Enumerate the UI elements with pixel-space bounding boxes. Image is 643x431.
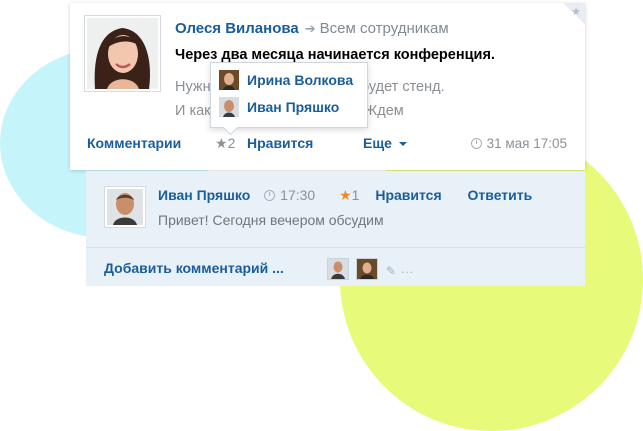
likes-popup: Ирина Волкова Иван Пряшко (210, 62, 368, 128)
participant-avatar[interactable] (327, 258, 349, 280)
more-label: Еще (363, 135, 392, 151)
post-actions: Комментарии ★2 Нравится Еще 31 мая 17:05 (87, 135, 567, 155)
commenter-photo (107, 189, 143, 225)
comment-header: Иван Пряшко 17:30 ★1 Нравится Ответить (158, 187, 532, 204)
star-icon[interactable]: ★ (571, 5, 581, 18)
commenter-avatar[interactable] (104, 186, 146, 228)
comment-likes-count-value: 1 (351, 187, 360, 203)
star-icon: ★ (215, 135, 228, 151)
star-icon: ★ (339, 187, 352, 203)
post-header: Олеся Виланова ➔ Всем сотрудникам (175, 20, 449, 37)
comment-text: Привет! Сегодня вечером обсудим (158, 212, 384, 228)
post-date-text: 31 мая 17:05 (486, 136, 567, 151)
author-photo (87, 18, 158, 89)
paperclip-icon[interactable]: ✎ (386, 264, 396, 278)
like-button[interactable]: Нравится (247, 135, 313, 151)
comments-section: Иван Пряшко 17:30 ★1 Нравится Ответить П… (86, 171, 585, 286)
user-avatar (219, 97, 239, 117)
comment-likes-count[interactable]: ★1 (339, 187, 359, 203)
add-comment-row: Добавить комментарий ... ✎ ... (86, 247, 585, 287)
clock-icon (470, 138, 482, 149)
comments-link[interactable]: Комментарии (87, 135, 181, 151)
more-participants[interactable]: ... (401, 262, 414, 276)
chevron-down-icon (398, 142, 407, 146)
participant-avatar[interactable] (356, 258, 378, 280)
clock-icon (264, 190, 276, 201)
popup-user-name: Иван Пряшко (247, 99, 340, 115)
likes-count[interactable]: ★2 (215, 135, 235, 152)
post-date: 31 мая 17:05 (470, 136, 567, 151)
comment-time-text: 17:30 (280, 187, 316, 203)
more-menu[interactable]: Еще (363, 135, 407, 151)
post-title: Через два месяца начинается конференция. (175, 47, 495, 63)
favorite-corner[interactable]: ★ (563, 3, 585, 25)
arrow-right-icon: ➔ (304, 21, 316, 36)
author-name[interactable]: Олеся Виланова (175, 20, 299, 37)
likes-count-value: 2 (227, 135, 236, 151)
comment-like-button[interactable]: Нравится (375, 187, 441, 203)
author-avatar[interactable] (84, 15, 161, 92)
popup-user-name: Ирина Волкова (247, 72, 354, 88)
comment-time: 17:30 (264, 187, 315, 203)
add-comment-link[interactable]: Добавить комментарий ... (104, 260, 284, 276)
reply-button[interactable]: Ответить (468, 187, 533, 203)
comment-author[interactable]: Иван Пряшко (158, 187, 250, 203)
user-avatar (219, 70, 239, 90)
post-audience[interactable]: Всем сотрудникам (320, 20, 449, 37)
